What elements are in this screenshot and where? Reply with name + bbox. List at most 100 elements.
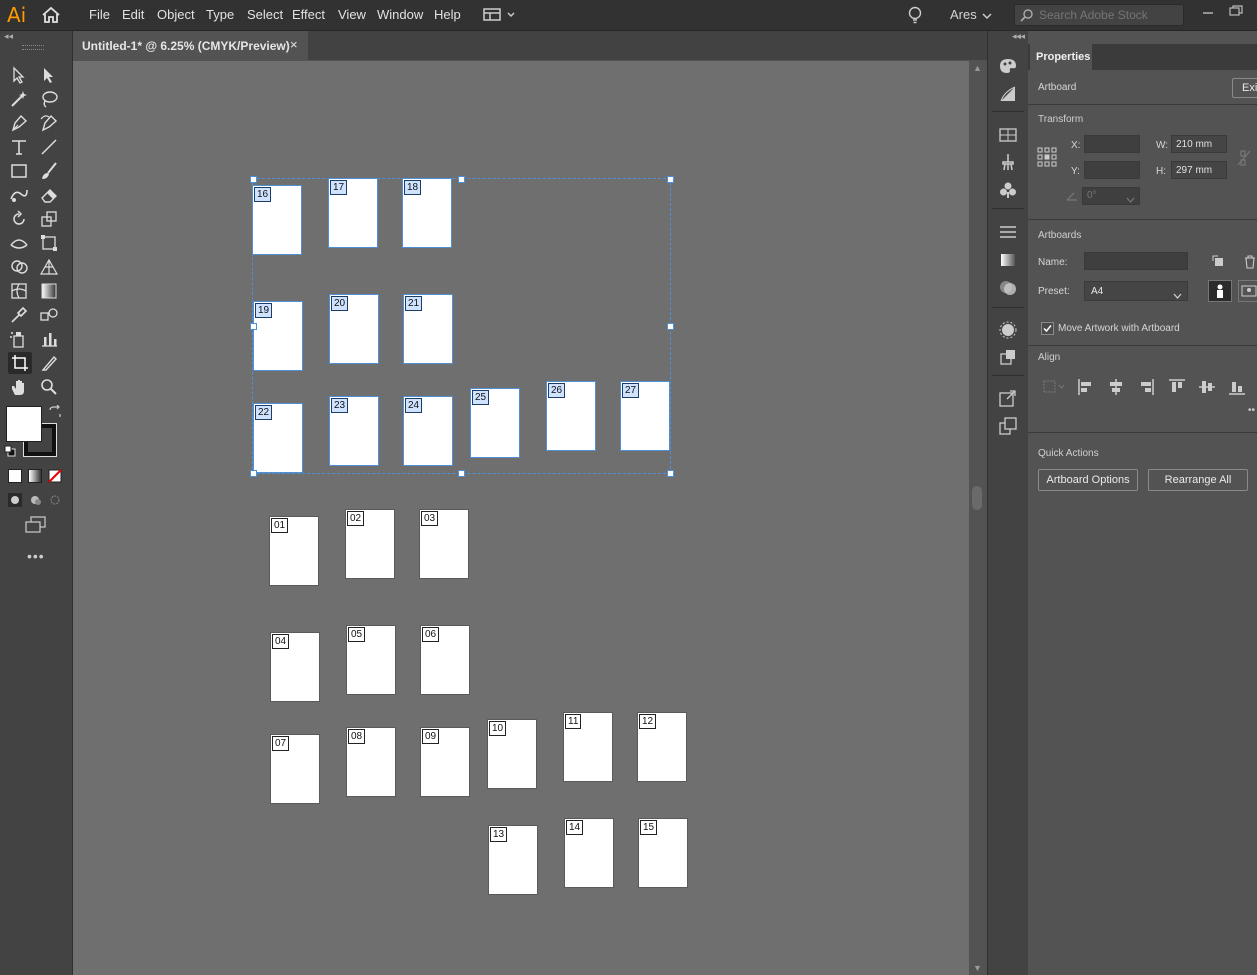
resize-handle-top-left[interactable]	[250, 176, 257, 183]
document-tab[interactable]: Untitled-1* @ 6.25% (CMYK/Preview) ×	[72, 31, 308, 60]
export-panel-icon[interactable]	[998, 388, 1018, 408]
close-tab-icon[interactable]: ×	[290, 37, 298, 52]
menu-type[interactable]: Type	[206, 7, 234, 22]
menu-edit[interactable]: Edit	[122, 7, 144, 22]
color-panel-icon[interactable]	[998, 56, 1018, 76]
menu-select[interactable]: Select	[247, 7, 283, 22]
tab-properties[interactable]: Properties	[1030, 44, 1092, 70]
width-input[interactable]	[1171, 135, 1227, 153]
collapse-panel-icon[interactable]: ◂◂	[1016, 31, 1025, 42]
artboard[interactable]: 05	[347, 626, 395, 694]
magic-wand-tool-icon[interactable]	[9, 89, 31, 109]
artboard[interactable]: 03	[420, 510, 468, 578]
artboard[interactable]: 02	[346, 510, 394, 578]
artboard-tool-icon[interactable]	[8, 352, 32, 374]
artboard[interactable]: 13	[489, 826, 537, 894]
exit-artboard-button[interactable]: Exit	[1232, 78, 1257, 98]
mesh-tool-icon[interactable]	[9, 281, 31, 301]
landscape-orientation-button[interactable]	[1238, 280, 1257, 302]
home-icon[interactable]	[40, 5, 62, 25]
type-tool-icon[interactable]	[9, 137, 31, 157]
pen-tool-icon[interactable]	[9, 113, 31, 133]
height-input[interactable]	[1171, 161, 1227, 179]
portrait-orientation-button[interactable]	[1208, 280, 1232, 302]
gradient-panel-icon[interactable]	[998, 250, 1018, 270]
reference-point-icon[interactable]	[1037, 147, 1057, 170]
align-to-icon[interactable]	[1042, 378, 1065, 396]
align-vertical-center-icon[interactable]	[1197, 378, 1217, 396]
draw-normal-icon[interactable]	[7, 492, 23, 511]
perspective-grid-tool-icon[interactable]	[39, 257, 61, 277]
resize-handle-bottom-left[interactable]	[250, 470, 257, 477]
none-mode-icon[interactable]	[48, 469, 62, 486]
artboard-options-button[interactable]: Artboard Options	[1038, 469, 1138, 491]
lasso-tool-icon[interactable]	[39, 89, 61, 109]
eyedropper-tool-icon[interactable]	[9, 305, 31, 325]
collapse-panel-icon[interactable]: ◂◂	[4, 31, 13, 42]
line-tool-icon[interactable]	[39, 137, 61, 157]
resize-handle-top[interactable]	[458, 176, 465, 183]
scroll-thumb[interactable]	[972, 486, 982, 510]
chevron-down-icon[interactable]	[1126, 192, 1135, 206]
artboard[interactable]: 10	[488, 720, 536, 788]
menu-object[interactable]: Object	[157, 7, 195, 22]
fill-swatch-front[interactable]	[6, 406, 42, 442]
color-guide-panel-icon[interactable]	[998, 84, 1018, 104]
resize-handle-bottom-right[interactable]	[667, 470, 674, 477]
artboard[interactable]: 01	[270, 517, 318, 585]
default-fill-stroke-icon[interactable]	[4, 445, 16, 460]
artboard[interactable]: 11	[564, 713, 612, 781]
rotate-tool-icon[interactable]	[9, 209, 31, 229]
restore-icon[interactable]	[1227, 4, 1245, 18]
artboard[interactable]: 08	[347, 728, 395, 796]
user-name[interactable]: Ares	[950, 7, 977, 22]
draw-inside-icon[interactable]	[47, 492, 63, 511]
resize-handle-right[interactable]	[667, 323, 674, 330]
rectangle-tool-icon[interactable]	[9, 161, 31, 181]
menu-file[interactable]: File	[89, 7, 110, 22]
artboard[interactable]: 04	[271, 633, 319, 701]
shape-builder-tool-icon[interactable]	[9, 257, 31, 277]
chevron-down-icon[interactable]	[982, 9, 992, 23]
appearance-panel-icon[interactable]	[998, 320, 1018, 340]
draw-behind-icon[interactable]	[27, 492, 43, 511]
align-bottom-icon[interactable]	[1227, 378, 1247, 396]
menu-help[interactable]: Help	[434, 7, 461, 22]
scroll-down-icon[interactable]: ▼	[973, 963, 982, 973]
x-input[interactable]	[1084, 135, 1140, 153]
artboard[interactable]: 09	[421, 728, 469, 796]
transparency-panel-icon[interactable]	[998, 278, 1018, 298]
scroll-up-icon[interactable]: ▲	[973, 63, 982, 73]
hand-tool-icon[interactable]	[9, 377, 31, 397]
constrain-proportions-icon[interactable]	[1236, 149, 1252, 170]
symbols-panel-icon[interactable]	[998, 180, 1018, 200]
shaper-tool-icon[interactable]	[9, 185, 31, 205]
artboard-name-input[interactable]	[1084, 252, 1188, 270]
graphic-styles-panel-icon[interactable]	[998, 347, 1018, 367]
column-graph-tool-icon[interactable]	[39, 329, 61, 349]
align-left-icon[interactable]	[1076, 378, 1096, 396]
blend-tool-icon[interactable]	[39, 305, 61, 325]
menu-window[interactable]: Window	[377, 7, 423, 22]
swap-fill-stroke-icon[interactable]	[48, 404, 62, 422]
delete-artboard-icon[interactable]	[1243, 255, 1257, 272]
menu-view[interactable]: View	[338, 7, 366, 22]
free-transform-tool-icon[interactable]	[39, 233, 61, 253]
vertical-scrollbar[interactable]: ▲ ▼	[969, 61, 986, 975]
zoom-tool-icon[interactable]	[39, 377, 61, 397]
scale-tool-icon[interactable]	[39, 209, 61, 229]
resize-handle-bottom[interactable]	[458, 470, 465, 477]
symbol-sprayer-tool-icon[interactable]	[9, 329, 31, 349]
eraser-tool-icon[interactable]	[39, 185, 61, 205]
curvature-tool-icon[interactable]	[39, 113, 61, 133]
resize-handle-top-right[interactable]	[667, 176, 674, 183]
swatches-panel-icon[interactable]	[998, 125, 1018, 145]
artboard[interactable]: 12	[638, 713, 686, 781]
artboard[interactable]: 07	[271, 735, 319, 803]
stroke-panel-icon[interactable]	[998, 222, 1018, 242]
artboards-panel-icon[interactable]	[998, 416, 1018, 436]
y-input[interactable]	[1084, 161, 1140, 179]
minimize-icon[interactable]	[1199, 4, 1217, 18]
new-artboard-icon[interactable]	[1212, 255, 1226, 272]
direct-selection-tool-icon[interactable]	[39, 65, 61, 85]
